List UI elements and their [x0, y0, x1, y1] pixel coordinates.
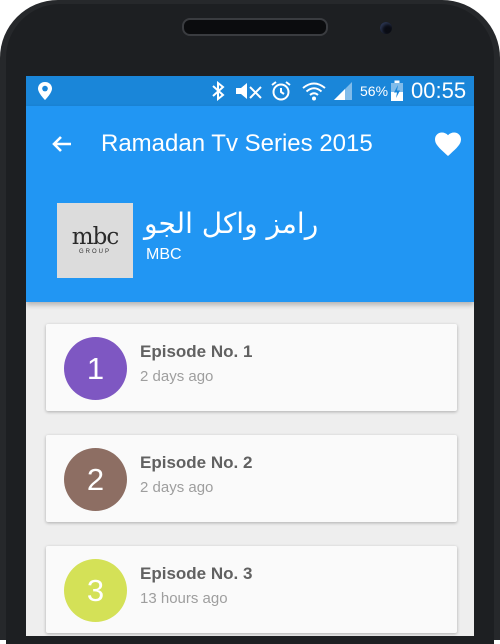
- signal-icon: [332, 76, 354, 106]
- episode-number-avatar: 2: [64, 448, 127, 511]
- episode-number-avatar: 1: [64, 337, 127, 400]
- series-name: رامز واكل الجو: [144, 207, 319, 240]
- app-bar: Ramadan Tv Series 2015 mbc GROUP رامز وا…: [26, 106, 474, 302]
- channel-logo: mbc GROUP: [57, 203, 133, 278]
- bluetooth-icon: [211, 76, 225, 106]
- front-camera: [380, 22, 392, 34]
- back-arrow-icon[interactable]: [44, 126, 80, 162]
- episode-number-avatar: 3: [64, 559, 127, 622]
- wifi-icon: [302, 76, 326, 106]
- screen: 56% 00:55 Ramadan Tv Series 2015 mbc GRO…: [26, 76, 474, 636]
- battery-charging-icon: [390, 76, 404, 106]
- episode-title: Episode No. 2: [140, 453, 253, 472]
- status-bar: 56% 00:55: [26, 76, 474, 106]
- episode-time: 2 days ago: [140, 479, 214, 496]
- episode-time: 13 hours ago: [140, 590, 228, 607]
- location-icon: [36, 76, 54, 106]
- channel-name: MBC: [146, 246, 182, 263]
- logo-subtext: GROUP: [78, 249, 111, 255]
- phone-frame: 56% 00:55 Ramadan Tv Series 2015 mbc GRO…: [0, 0, 500, 644]
- favorite-heart-icon[interactable]: [430, 126, 466, 162]
- episode-time: 2 days ago: [140, 368, 214, 385]
- earpiece-speaker: [182, 18, 328, 36]
- battery-percent: 56%: [360, 83, 389, 99]
- episode-card-3[interactable]: 3 Episode No. 3 13 hours ago: [46, 546, 457, 633]
- alarm-icon: [270, 76, 292, 106]
- episode-card-1[interactable]: 1 Episode No. 1 2 days ago: [46, 324, 457, 411]
- mute-icon: [234, 76, 264, 106]
- episode-title: Episode No. 3: [140, 564, 253, 583]
- app-title: Ramadan Tv Series 2015: [101, 130, 373, 157]
- clock-time: 00:55: [411, 78, 467, 103]
- episode-card-2[interactable]: 2 Episode No. 2 2 days ago: [46, 435, 457, 522]
- logo-text: mbc: [71, 224, 119, 250]
- episode-title: Episode No. 1: [140, 342, 253, 361]
